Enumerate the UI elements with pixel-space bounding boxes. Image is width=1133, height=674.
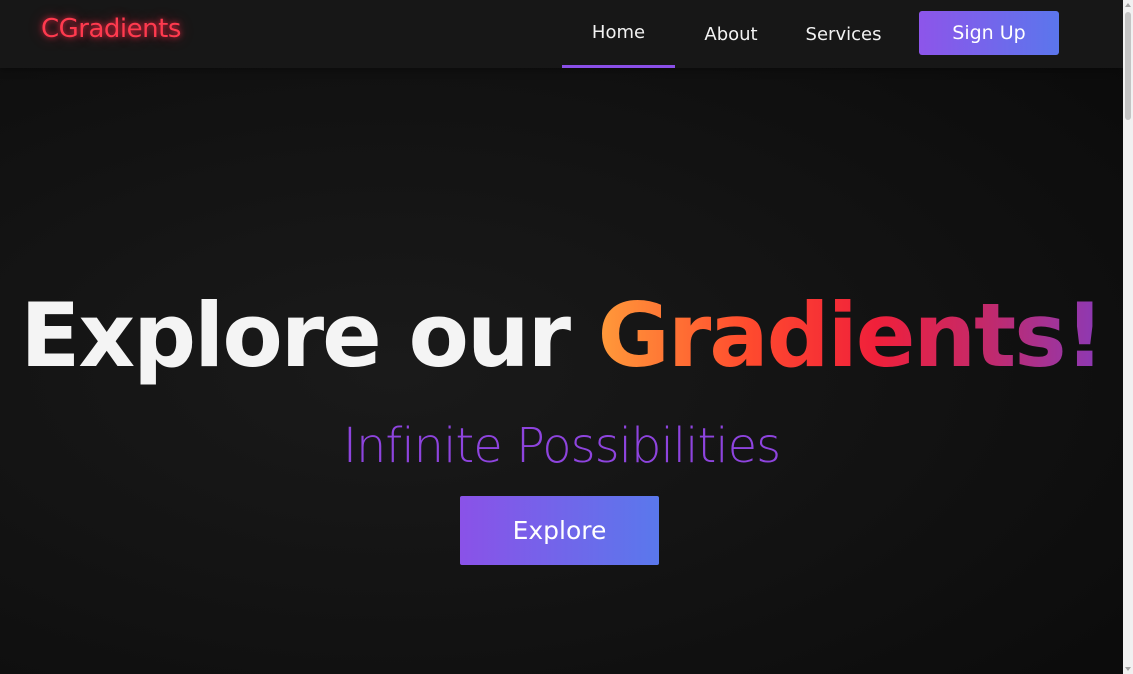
site-logo[interactable]: CGradients	[41, 14, 181, 44]
nav-item-about-label: About	[704, 23, 758, 45]
nav-item-about[interactable]: About	[690, 0, 772, 68]
explore-button[interactable]: Explore	[460, 496, 659, 565]
nav-item-home-label: Home	[591, 21, 646, 43]
nav-item-services-label: Services	[805, 23, 882, 45]
nav-item-home[interactable]: Home	[562, 0, 675, 68]
hero-title-gradient: Gradients!	[597, 284, 1105, 387]
scroll-up-arrow-icon[interactable]	[1125, 3, 1131, 7]
vertical-scrollbar[interactable]	[1123, 0, 1133, 674]
active-nav-indicator	[562, 65, 675, 68]
sign-up-button[interactable]: Sign Up	[919, 11, 1059, 55]
scroll-down-arrow-icon[interactable]	[1125, 667, 1131, 671]
hero-title-plain: Explore our	[20, 284, 598, 387]
navbar: CGradients Home About Services Sign Up	[0, 0, 1123, 68]
nav-item-services[interactable]: Services	[795, 0, 892, 68]
page-viewport: CGradients Home About Services Sign Up E…	[0, 0, 1123, 674]
scrollbar-thumb[interactable]	[1125, 12, 1131, 120]
hero-subtitle: Infinite Possibilities	[342, 418, 781, 474]
hero-title: Explore our Gradients!	[0, 284, 1123, 388]
